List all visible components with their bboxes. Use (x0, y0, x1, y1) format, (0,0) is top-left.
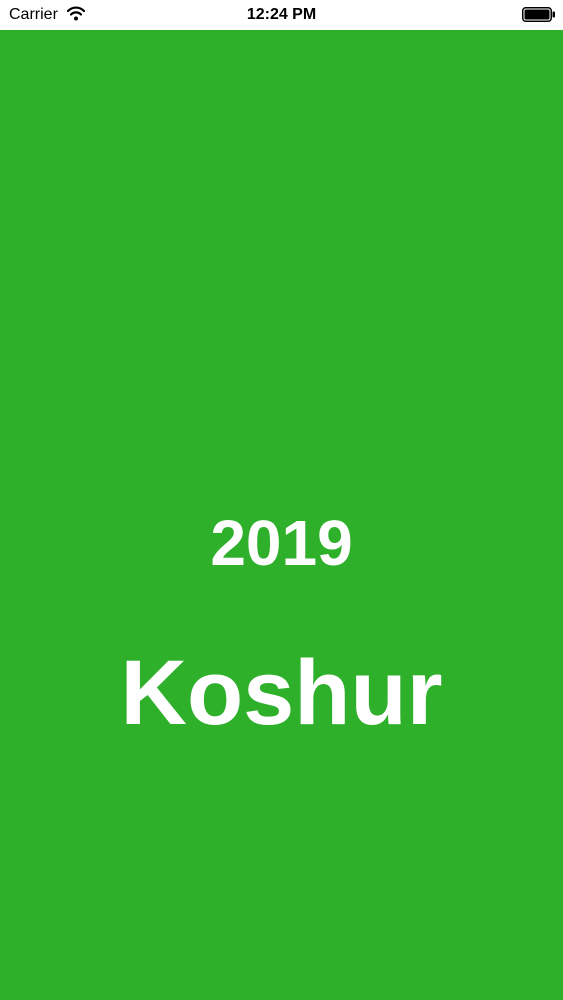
splash-year: 2019 (210, 507, 353, 579)
status-time: 12:24 PM (246, 6, 317, 23)
status-bar: Carrier 12:24 PM (0, 0, 563, 30)
splash-app-title: Koshur (120, 642, 443, 744)
battery-full-icon (522, 7, 555, 22)
